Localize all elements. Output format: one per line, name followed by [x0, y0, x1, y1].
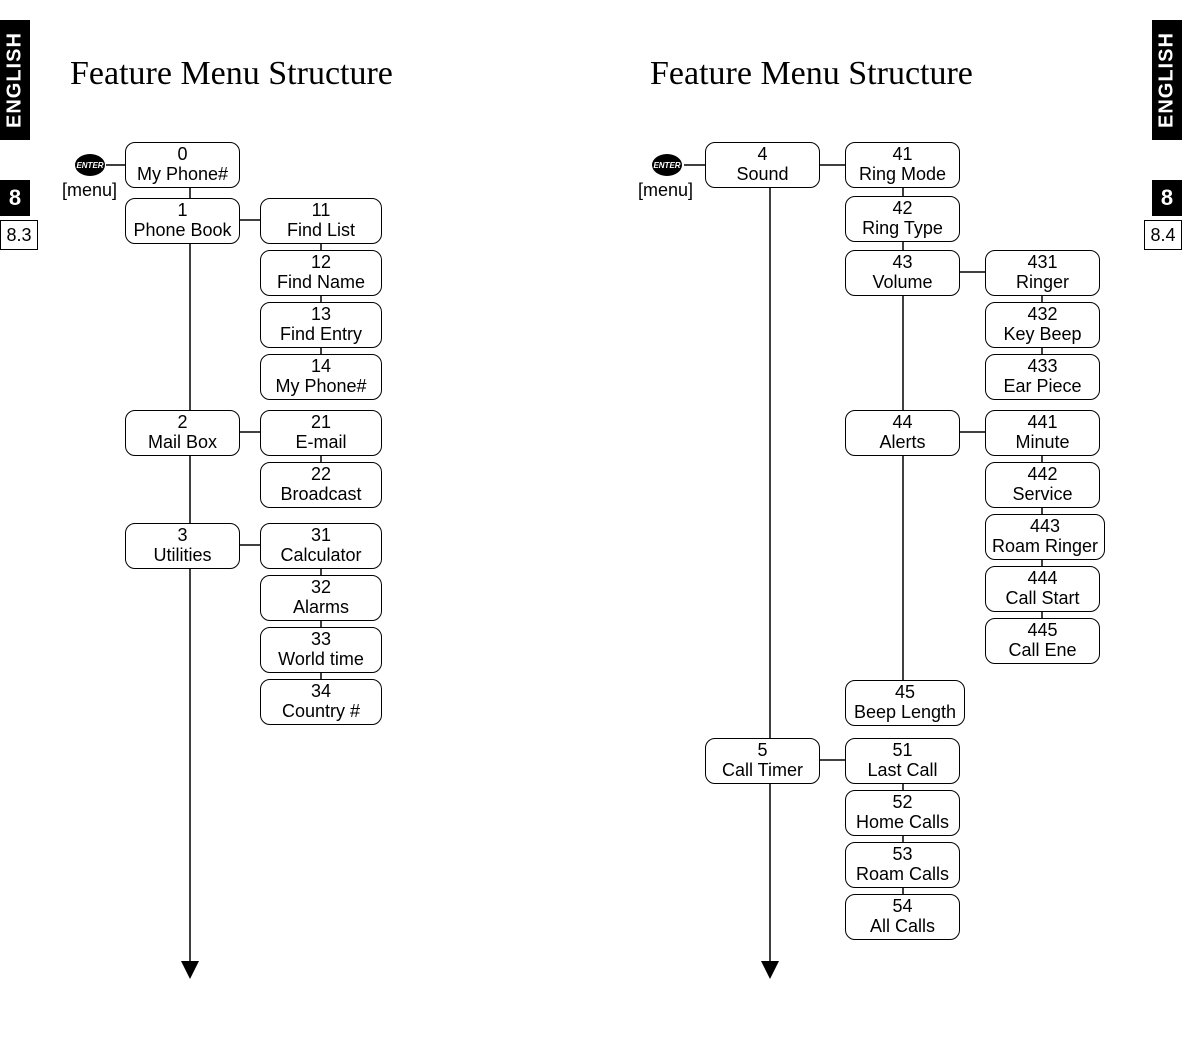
node-last-call: 51Last Call — [845, 738, 960, 784]
node-broadcast: 22Broadcast — [260, 462, 382, 508]
node-find-list: 11Find List — [260, 198, 382, 244]
node-roam-calls: 53Roam Calls — [845, 842, 960, 888]
side-tab-right: ENGLISH — [1152, 20, 1182, 140]
node-phone-book: 1Phone Book — [125, 198, 240, 244]
node-alerts: 44Alerts — [845, 410, 960, 456]
node-call-timer: 5Call Timer — [705, 738, 820, 784]
node-my-phone-0: 0My Phone# — [125, 142, 240, 188]
node-roam-ringer: 443Roam Ringer — [985, 514, 1105, 560]
node-beep-length: 45Beep Length — [845, 680, 965, 726]
enter-icon: ENTER — [75, 154, 105, 176]
menu-label-left: [menu] — [62, 180, 117, 201]
node-calculator: 31Calculator — [260, 523, 382, 569]
node-service: 442Service — [985, 462, 1100, 508]
page-number-right: 8.4 — [1144, 220, 1182, 250]
node-my-phone-14: 14My Phone# — [260, 354, 382, 400]
node-key-beep: 432Key Beep — [985, 302, 1100, 348]
page-title-right: Feature Menu Structure — [650, 55, 973, 93]
node-call-start: 444Call Start — [985, 566, 1100, 612]
node-sound: 4Sound — [705, 142, 820, 188]
node-country-num: 34Country # — [260, 679, 382, 725]
node-email: 21E-mail — [260, 410, 382, 456]
node-world-time: 33World time — [260, 627, 382, 673]
node-minute: 441Minute — [985, 410, 1100, 456]
node-ring-type: 42Ring Type — [845, 196, 960, 242]
node-find-name: 12Find Name — [260, 250, 382, 296]
node-utilities: 3Utilities — [125, 523, 240, 569]
node-call-ene: 445Call Ene — [985, 618, 1100, 664]
page-number-left: 8.3 — [0, 220, 38, 250]
node-ear-piece: 433Ear Piece — [985, 354, 1100, 400]
page: ENGLISH 8 8.3 ENGLISH 8 8.4 Feature Menu… — [0, 0, 1182, 1046]
section-number-right: 8 — [1152, 180, 1182, 216]
node-find-entry: 13Find Entry — [260, 302, 382, 348]
node-alarms: 32Alarms — [260, 575, 382, 621]
node-ringer: 431Ringer — [985, 250, 1100, 296]
menu-label-right: [menu] — [638, 180, 693, 201]
side-tab-left: ENGLISH — [0, 20, 30, 140]
node-home-calls: 52Home Calls — [845, 790, 960, 836]
node-volume: 43Volume — [845, 250, 960, 296]
node-mail-box: 2Mail Box — [125, 410, 240, 456]
node-all-calls: 54All Calls — [845, 894, 960, 940]
node-ring-mode: 41Ring Mode — [845, 142, 960, 188]
page-title-left: Feature Menu Structure — [70, 55, 393, 93]
section-number-left: 8 — [0, 180, 30, 216]
enter-icon: ENTER — [652, 154, 682, 176]
